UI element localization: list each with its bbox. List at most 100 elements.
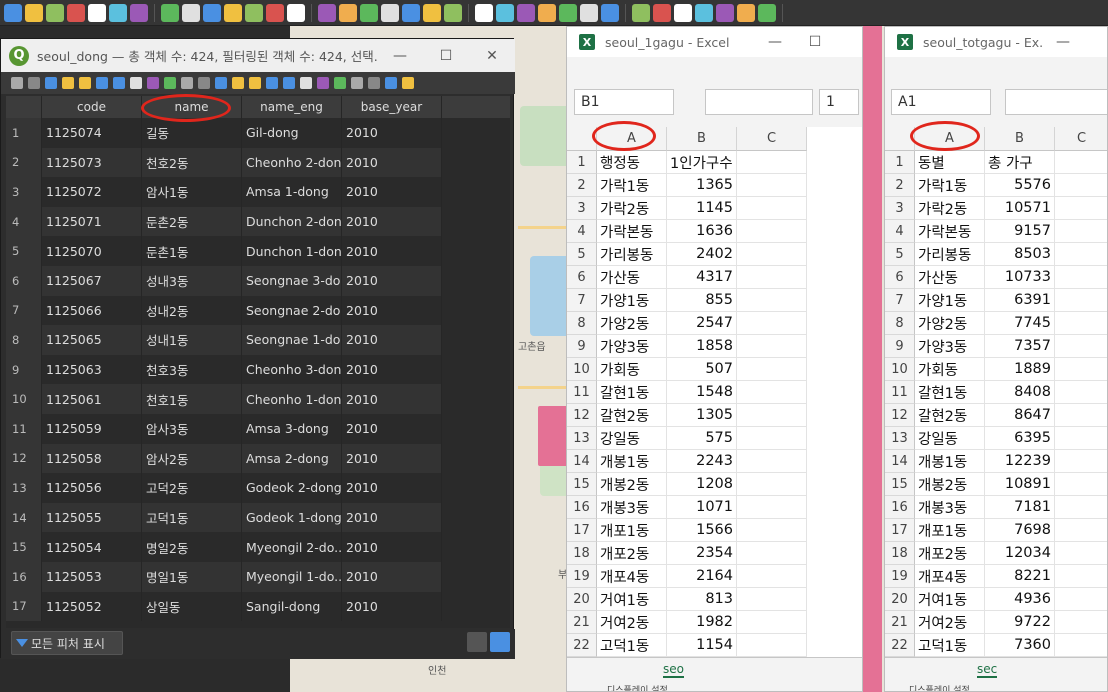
attr-tool-icon[interactable] (62, 77, 74, 89)
cell-c[interactable] (1055, 312, 1107, 335)
cell-c[interactable] (737, 243, 807, 266)
cell-c[interactable] (1055, 381, 1107, 404)
cell-a[interactable]: 거여2동 (915, 611, 985, 634)
cell-b[interactable]: 1858 (667, 335, 737, 358)
maximize-button[interactable]: ☐ (423, 48, 469, 64)
cell-c[interactable] (1055, 542, 1107, 565)
excel1-sheet-grid[interactable]: A B C 1 행정동 1인가구수 2 가락1동 1365 3 가락2동 1145 4 가락본동 1636 5… (567, 127, 862, 657)
row-header[interactable]: 3 (885, 197, 915, 220)
display-settings-label[interactable]: 디스플레이 설정 (607, 683, 668, 691)
excel2-name-box[interactable]: A1 (891, 89, 991, 115)
row-number[interactable]: 4 (6, 206, 42, 237)
cell-b[interactable]: 2354 (667, 542, 737, 565)
table-row[interactable]: 8 1125065 성내1동 Seongnae 1-do... 2010 (6, 325, 442, 355)
cell-b[interactable]: 7745 (985, 312, 1055, 335)
cell-a[interactable]: 가락1동 (597, 174, 667, 197)
cell-a[interactable]: 가양1동 (915, 289, 985, 312)
cell-a[interactable]: 개포1동 (597, 519, 667, 542)
attr-tool-icon[interactable] (266, 77, 278, 89)
cell-c[interactable] (737, 588, 807, 611)
toolbar-tool-icon[interactable] (130, 3, 148, 22)
toolbar-tool-icon[interactable] (360, 3, 378, 22)
cell-c[interactable] (1055, 220, 1107, 243)
attr-tool-icon[interactable] (198, 77, 210, 89)
excel2-titlebar[interactable]: X seoul_totgagu - Ex... — (885, 27, 1107, 57)
cell-a[interactable]: 가락2동 (915, 197, 985, 220)
cell-b[interactable]: 8503 (985, 243, 1055, 266)
cell-c[interactable] (737, 404, 807, 427)
cell-b[interactable]: 813 (667, 588, 737, 611)
excel1-name-box[interactable]: B1 (574, 89, 674, 115)
column-header-base-year[interactable]: base_year (342, 96, 442, 118)
toolbar-tool-icon[interactable] (88, 3, 106, 22)
cell-a[interactable]: 갈현1동 (597, 381, 667, 404)
cell-a[interactable]: 가락1동 (915, 174, 985, 197)
cell-b[interactable]: 2164 (667, 565, 737, 588)
cell-a[interactable]: 가양2동 (597, 312, 667, 335)
attr-tool-icon[interactable] (79, 77, 91, 89)
select-all-corner[interactable] (567, 127, 597, 151)
cell-c[interactable] (737, 266, 807, 289)
attr-tool-icon[interactable] (300, 77, 312, 89)
cell-b[interactable]: 1636 (667, 220, 737, 243)
sheet-tab[interactable]: seo (663, 662, 684, 678)
row-header[interactable]: 1 (567, 151, 597, 174)
column-header-b[interactable]: B (985, 127, 1055, 151)
row-header[interactable]: 5 (567, 243, 597, 266)
attr-tool-icon[interactable] (28, 77, 40, 89)
table-row[interactable]: 10 1125061 천호1동 Cheonho 1-dong 2010 (6, 384, 442, 414)
toolbar-tool-icon[interactable] (4, 3, 22, 22)
row-header[interactable]: 7 (885, 289, 915, 312)
attr-tool-icon[interactable] (385, 77, 397, 89)
table-row[interactable]: 7 1125066 성내2동 Seongnae 2-do... 2010 (6, 295, 442, 326)
row-header[interactable]: 10 (567, 358, 597, 381)
row-number[interactable]: 11 (6, 414, 42, 444)
row-header[interactable]: 22 (567, 634, 597, 657)
cell-b[interactable]: 855 (667, 289, 737, 312)
row-header[interactable]: 15 (567, 473, 597, 496)
cell-c[interactable] (1055, 611, 1107, 634)
cell-a[interactable]: 가락본동 (915, 220, 985, 243)
table-row[interactable]: 4 1125071 둔촌2동 Dunchon 2-dong 2010 (6, 206, 442, 237)
row-number[interactable]: 6 (6, 266, 42, 296)
cell-c[interactable] (1055, 151, 1107, 174)
row-header[interactable]: 18 (885, 542, 915, 565)
row-number[interactable]: 12 (6, 443, 42, 474)
cell-b[interactable]: 4936 (985, 588, 1055, 611)
display-settings-label[interactable]: 디스플레이 설정 (909, 683, 970, 691)
attr-tool-icon[interactable] (283, 77, 295, 89)
row-header[interactable]: 21 (567, 611, 597, 634)
cell-a[interactable]: 가회동 (597, 358, 667, 381)
sheet-tab[interactable]: sec (977, 662, 998, 678)
cell-c[interactable] (1055, 404, 1107, 427)
attr-tool-icon[interactable] (232, 77, 244, 89)
excel1-fx-bar[interactable] (705, 89, 813, 115)
toolbar-tool-icon[interactable] (632, 3, 650, 22)
cell-a[interactable]: 거여1동 (915, 588, 985, 611)
cell-b[interactable]: 9722 (985, 611, 1055, 634)
cell-c[interactable] (737, 220, 807, 243)
excel1-zoom[interactable]: 1 (819, 89, 859, 115)
cell-a[interactable]: 갈현2동 (915, 404, 985, 427)
cell-a[interactable]: 고덕1동 (597, 634, 667, 657)
cell-b[interactable]: 7181 (985, 496, 1055, 519)
column-header-name-eng[interactable]: name_eng (242, 96, 342, 118)
cell-b[interactable]: 8408 (985, 381, 1055, 404)
row-header[interactable]: 8 (885, 312, 915, 335)
cell-c[interactable] (1055, 427, 1107, 450)
attr-tool-icon[interactable] (181, 77, 193, 89)
cell-b[interactable]: 7360 (985, 634, 1055, 657)
cell-c[interactable] (737, 450, 807, 473)
toolbar-tool-icon[interactable] (695, 3, 713, 22)
table-row[interactable]: 14 1125055 고덕1동 Godeok 1-dong 2010 (6, 502, 442, 533)
attr-tool-icon[interactable] (249, 77, 261, 89)
cell-b[interactable]: 10571 (985, 197, 1055, 220)
cell-b[interactable]: 6395 (985, 427, 1055, 450)
row-number[interactable]: 9 (6, 354, 42, 385)
row-header[interactable]: 12 (567, 404, 597, 427)
attr-tool-icon[interactable] (164, 77, 176, 89)
cell-a[interactable]: 개봉1동 (597, 450, 667, 473)
row-number[interactable]: 5 (6, 236, 42, 266)
form-view-button[interactable] (467, 632, 487, 652)
cell-b[interactable]: 1365 (667, 174, 737, 197)
